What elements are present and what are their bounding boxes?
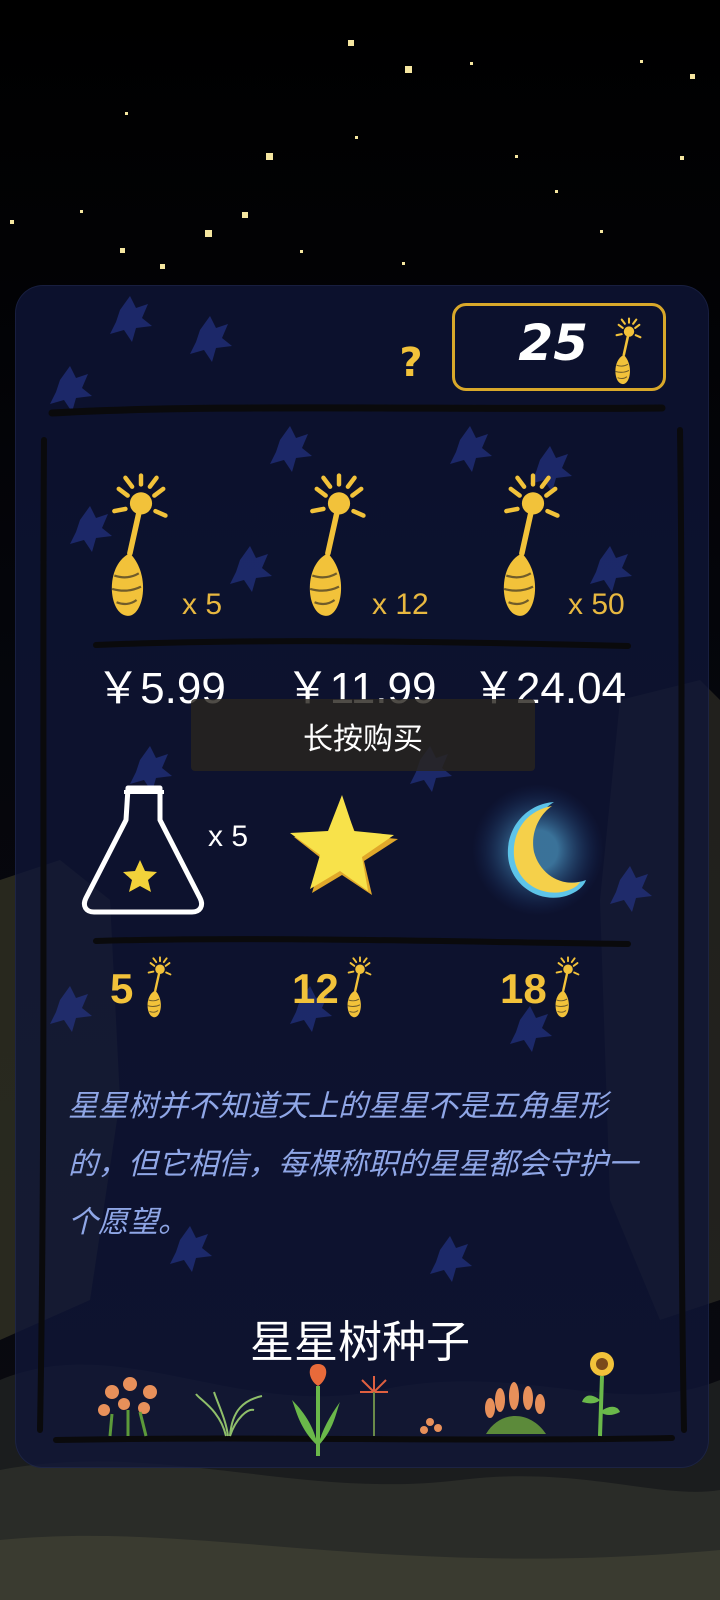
seed-icon [614, 317, 642, 386]
star-item[interactable] [290, 795, 410, 905]
cost-value: 12 [292, 965, 339, 1012]
potion-flask-icon [81, 785, 205, 915]
help-button[interactable]: ? [396, 340, 426, 386]
item-cost: 12 [292, 955, 412, 1019]
crescent-moon-icon [472, 784, 604, 916]
seed-icon [346, 956, 372, 1019]
shop-title: 星星树种子 [250, 1317, 470, 1368]
seed-pack-50[interactable]: x 50 [468, 470, 648, 640]
pack-quantity: x 50 [568, 588, 625, 621]
seed-icon [554, 956, 580, 1019]
potion-item[interactable]: x 5 [80, 778, 260, 918]
seed-icon [96, 470, 186, 620]
star-icon [290, 795, 398, 895]
item-description: 星星树并不知道天上的星星不是五角星形的，但它相信，每棵称职的星星都会守护一个愿望… [68, 1089, 638, 1240]
seed-icon [146, 956, 172, 1019]
long-press-hint: 长按购买 [191, 699, 535, 771]
moon-item[interactable] [468, 780, 608, 920]
cost-value: 18 [500, 965, 547, 1012]
pack-quantity: x 12 [372, 588, 429, 621]
item-cost: 5 [110, 955, 230, 1019]
seed-pack-5[interactable]: x 5 [78, 470, 258, 640]
seed-balance-value: 25 [518, 314, 588, 372]
seed-pack-12[interactable]: x 12 [272, 470, 452, 640]
cost-value: 5 [110, 965, 134, 1012]
item-cost: 18 [500, 955, 620, 1019]
pack-quantity: x 5 [182, 588, 223, 621]
seed-balance[interactable]: 25 [452, 303, 666, 391]
seed-icon [488, 470, 578, 620]
long-press-hint-text: 长按购买 [303, 722, 423, 757]
seed-icon [294, 470, 384, 620]
item-quantity: x 5 [208, 820, 249, 853]
